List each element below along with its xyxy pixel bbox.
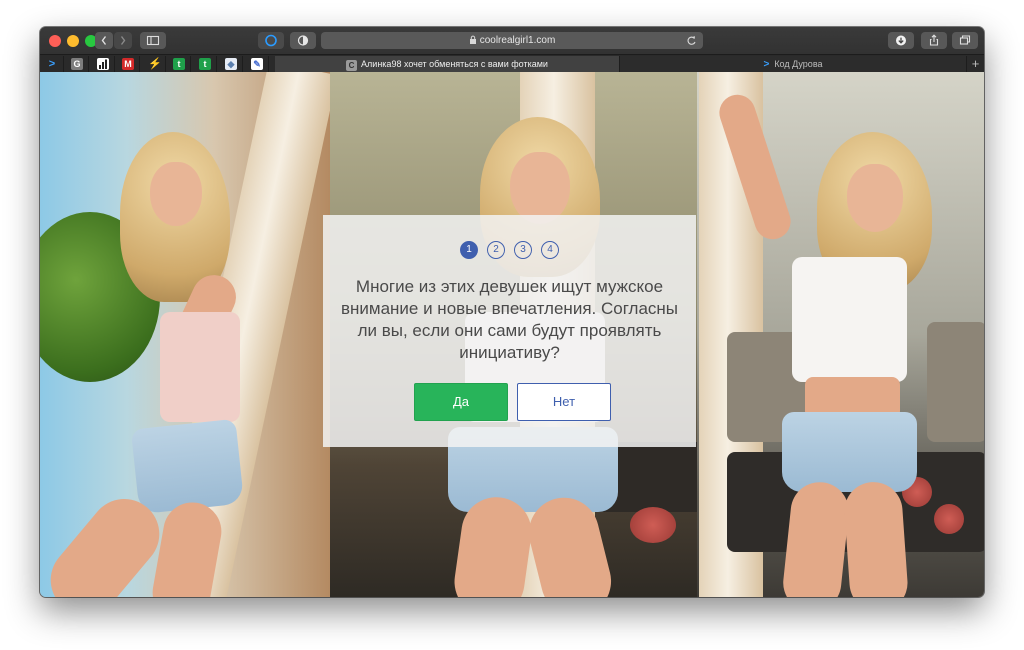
tool-icon: ✎	[251, 58, 263, 70]
quiz-modal: 1234 Многие из этих девушек ищут мужское…	[323, 215, 696, 447]
green-t-icon: t	[173, 58, 185, 70]
step-1: 1	[460, 241, 478, 259]
shield-icon: ◆	[225, 58, 237, 70]
site-favicon: C	[346, 60, 358, 71]
pinned-tab-google[interactable]: G	[65, 56, 89, 72]
step-indicator: 1234	[323, 239, 696, 259]
sidebar-toggle-button[interactable]	[140, 32, 166, 49]
lightning-icon: ⚡	[148, 58, 162, 70]
face	[510, 152, 570, 224]
tab-title: Алинка98 хочет обменяться с вами фотками	[361, 59, 548, 69]
page-content: 1234 Многие из этих девушек ищут мужское…	[40, 72, 984, 597]
tabs-overview-icon	[959, 35, 971, 45]
sidebar-icon	[146, 35, 160, 46]
pinned-tab-prompt[interactable]: >	[40, 56, 64, 72]
step-2: 2	[487, 241, 505, 259]
leg	[842, 480, 910, 597]
prompt-icon: >	[763, 59, 770, 70]
address-bar[interactable]: coolrealgirl1.com	[321, 32, 703, 49]
url-text: coolrealgirl1.com	[479, 35, 556, 46]
half-shield-icon	[297, 35, 309, 46]
pinned-tab-bolt[interactable]: ⚡	[142, 56, 166, 72]
tab-title: Код Дурова	[774, 59, 823, 69]
pinned-tab-green-t-1[interactable]: t	[167, 56, 191, 72]
shorts	[130, 418, 245, 515]
face	[150, 162, 202, 226]
quiz-question: Многие из этих девушек ищут мужское вним…	[340, 277, 679, 362]
forward-button[interactable]	[114, 32, 132, 49]
share-icon	[929, 34, 939, 46]
photo-right	[697, 72, 984, 597]
rolled-towel	[630, 507, 676, 543]
pinned-tab-mail[interactable]: M	[116, 56, 140, 72]
close-window-button[interactable]	[49, 35, 61, 47]
pinned-tab-tool[interactable]: ✎	[245, 56, 269, 72]
photo-left	[40, 72, 330, 597]
sofa-cushion	[927, 322, 984, 442]
prompt-icon: >	[48, 58, 56, 70]
pinned-tab-green-t-2[interactable]: t	[193, 56, 217, 72]
extension-button-circle[interactable]	[258, 32, 284, 49]
yes-button[interactable]: Да	[414, 383, 508, 421]
extension-button-shield[interactable]	[290, 32, 316, 49]
new-tab-button[interactable]: +	[966, 56, 984, 73]
green-t-icon: t	[199, 58, 211, 70]
pinned-tab-stats[interactable]	[91, 56, 115, 72]
lock-icon	[469, 35, 476, 44]
show-all-tabs-button[interactable]	[952, 32, 978, 49]
reload-icon[interactable]	[686, 34, 697, 53]
step-3: 3	[514, 241, 532, 259]
face	[847, 164, 903, 232]
tab-inactive[interactable]: > Код Дурова	[619, 56, 966, 73]
pinned-tab-shield[interactable]: ◆	[219, 56, 243, 72]
rolled-towel	[934, 504, 964, 534]
top	[160, 312, 240, 422]
google-icon: G	[71, 58, 83, 70]
shorts	[782, 412, 917, 492]
step-4: 4	[541, 241, 559, 259]
circle-extension-icon	[265, 34, 277, 47]
share-button[interactable]	[921, 32, 947, 49]
bar-chart-icon	[97, 58, 109, 70]
top	[792, 257, 907, 382]
download-icon	[896, 35, 906, 46]
downloads-button[interactable]	[888, 32, 914, 49]
tab-bar: > G M ⚡ t t ◆ ✎ C Алинка98 хочет обменят…	[40, 54, 984, 73]
browser-toolbar: coolrealgirl1.com	[40, 27, 984, 54]
tab-active[interactable]: C Алинка98 хочет обменяться с вами фоткам…	[275, 56, 619, 73]
chevron-right-icon	[120, 36, 126, 45]
mail-icon: M	[122, 58, 134, 70]
chevron-left-icon	[101, 36, 107, 45]
minimize-window-button[interactable]	[67, 35, 79, 47]
no-button[interactable]: Нет	[517, 383, 611, 421]
back-button[interactable]	[95, 32, 113, 49]
browser-window: coolrealgirl1.com > G M ⚡ t t ◆ ✎ C Алин…	[40, 27, 984, 597]
